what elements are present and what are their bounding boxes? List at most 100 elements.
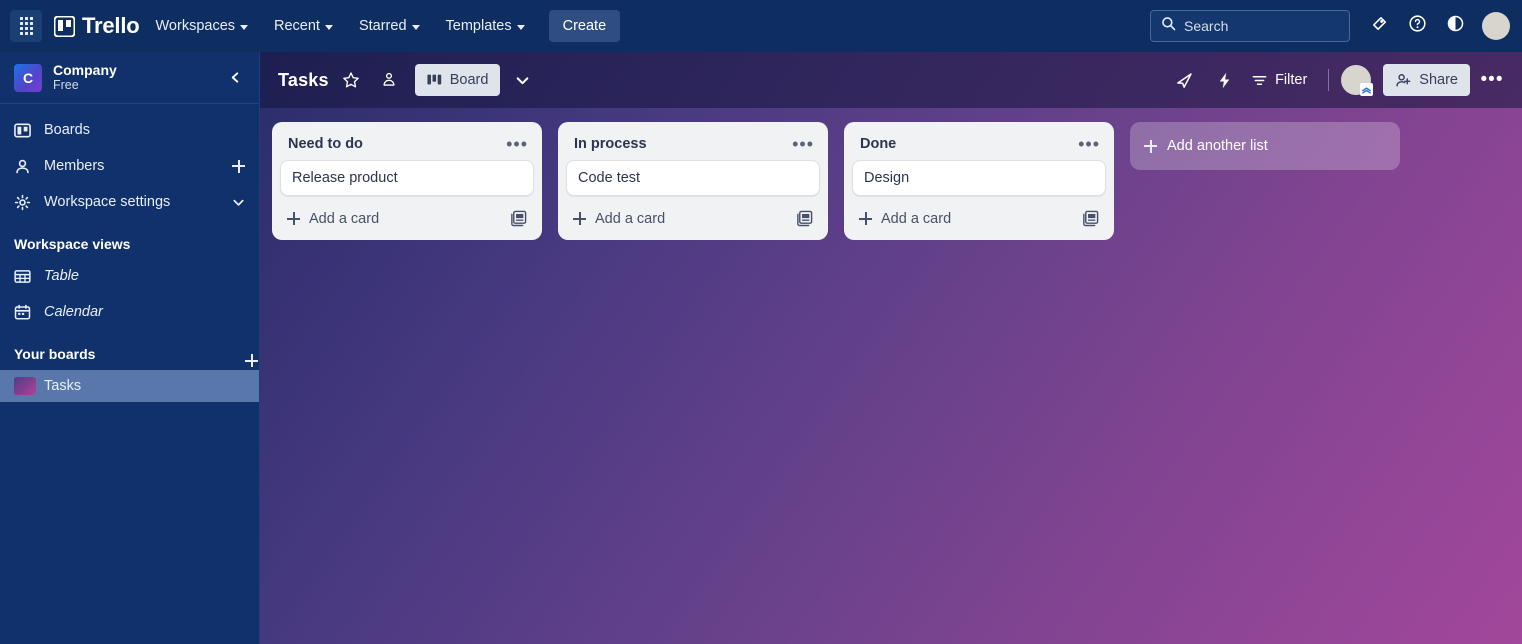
plus-icon: [232, 159, 245, 173]
sidebar-item-table[interactable]: Table: [0, 260, 259, 292]
create-button[interactable]: Create: [548, 10, 621, 42]
search-placeholder: Search: [1184, 18, 1229, 34]
board-visibility-button[interactable]: [373, 64, 405, 96]
add-card-label: Add a card: [881, 210, 952, 227]
list-title: In process: [574, 136, 647, 152]
list-header: In process •••: [566, 130, 820, 160]
star-icon: [342, 72, 359, 88]
workspace-avatar: C: [14, 63, 42, 92]
board-title: Tasks: [278, 69, 329, 90]
nav-recent-label: Recent: [274, 18, 320, 34]
list-menu-button[interactable]: •••: [792, 135, 814, 153]
sidebar-item-boards[interactable]: Boards: [0, 114, 259, 146]
plus-icon: [287, 212, 300, 225]
board-automation-button[interactable]: [1208, 64, 1240, 96]
board-header: Tasks Board Filter Share •••: [260, 52, 1522, 108]
add-card-button[interactable]: Add a card: [280, 202, 534, 234]
add-card-button[interactable]: Add a card: [566, 202, 820, 234]
add-card-button[interactable]: Add a card: [852, 202, 1106, 234]
sidebar-item-table-label: Table: [44, 268, 79, 284]
your-boards-section-title: Your boards: [0, 338, 259, 370]
share-person-icon: [1396, 73, 1411, 86]
header-divider: [1328, 69, 1330, 91]
sidebar-item-workspace-settings-label: Workspace settings: [44, 194, 171, 210]
nav-workspaces-label: Workspaces: [155, 18, 236, 34]
board-view-icon: [427, 74, 441, 85]
help-button[interactable]: [1400, 9, 1434, 43]
notifications-button[interactable]: [1362, 9, 1396, 43]
nav-templates-label: Templates: [445, 18, 512, 34]
expand-workspace-settings-button[interactable]: [232, 196, 245, 209]
theme-toggle-icon: [1446, 14, 1465, 38]
sidebar-item-workspace-settings[interactable]: Workspace settings: [0, 186, 259, 218]
sidebar-item-members[interactable]: Members: [0, 150, 259, 182]
nav-recent[interactable]: Recent: [264, 11, 343, 41]
list-header: Done •••: [852, 130, 1106, 160]
trello-wordmark: Trello: [82, 13, 140, 38]
workspace-plan: Free: [53, 78, 79, 93]
trello-logo[interactable]: Trello: [53, 13, 140, 39]
star-board-button[interactable]: [335, 64, 367, 96]
board-menu-button[interactable]: •••: [1476, 64, 1508, 96]
search-icon: [1161, 16, 1176, 36]
sidebar-item-boards-label: Boards: [44, 122, 90, 138]
list-done: Done ••• Design Add a card: [844, 122, 1114, 240]
gear-icon: [14, 194, 36, 211]
sidebar-item-tasks-board[interactable]: Tasks: [0, 370, 259, 402]
card-template-button[interactable]: [1082, 210, 1099, 227]
list-title: Done: [860, 136, 897, 152]
card-template-button[interactable]: [510, 210, 527, 227]
members-icon: [14, 158, 36, 175]
board-view-button[interactable]: Board: [414, 64, 501, 96]
search-input[interactable]: Search: [1150, 10, 1350, 42]
nav-starred[interactable]: Starred: [349, 11, 430, 41]
card[interactable]: Design: [852, 160, 1106, 196]
add-member-button[interactable]: [232, 159, 245, 173]
chevron-down-icon: [411, 24, 420, 30]
board-view-label: Board: [449, 72, 489, 88]
nav-templates[interactable]: Templates: [436, 11, 535, 41]
list-menu-button[interactable]: •••: [506, 135, 528, 153]
theme-toggle-button[interactable]: [1438, 9, 1472, 43]
card[interactable]: Code test: [566, 160, 820, 196]
calendar-icon: [14, 304, 36, 321]
sidebar-item-calendar-label: Calendar: [44, 304, 103, 320]
nav-workspaces[interactable]: Workspaces: [146, 11, 259, 41]
card[interactable]: Release product: [280, 160, 534, 196]
user-avatar[interactable]: [1482, 12, 1510, 40]
notification-bell-icon: [1370, 14, 1389, 38]
board-view-switcher-button[interactable]: [506, 64, 538, 96]
board-lists: Need to do ••• Release product Add a car…: [260, 108, 1522, 240]
board-area: Tasks Board Filter Share ••• Need to do …: [260, 52, 1522, 644]
chevron-down-icon: [324, 24, 333, 30]
plus-icon: [1144, 139, 1157, 153]
sidebar-item-calendar[interactable]: Calendar: [0, 296, 259, 328]
workspace-views-label: Workspace views: [14, 236, 131, 252]
chevron-down-icon: [516, 76, 529, 84]
sidebar-item-members-label: Members: [44, 158, 105, 174]
list-title: Need to do: [288, 136, 363, 152]
add-another-list-button[interactable]: Add another list: [1130, 122, 1400, 170]
table-icon: [14, 268, 36, 285]
rocket-icon: [1176, 72, 1192, 88]
list-menu-button[interactable]: •••: [1078, 135, 1100, 153]
filter-button[interactable]: Filter: [1242, 65, 1316, 96]
board-thumbnail: [14, 377, 36, 395]
your-boards-label: Your boards: [14, 346, 96, 362]
workspace-header[interactable]: C Company Free: [0, 52, 259, 104]
board-member-avatar[interactable]: [1341, 65, 1374, 96]
add-card-label: Add a card: [309, 210, 380, 227]
board-rocket-button[interactable]: [1168, 64, 1200, 96]
member-badge-icon: [1360, 83, 1374, 96]
app-switcher-button[interactable]: [10, 10, 42, 42]
nav-starred-label: Starred: [358, 18, 407, 34]
plus-icon: [859, 212, 872, 225]
card-template-icon: [511, 210, 527, 227]
workspace-meta: Company Free: [53, 62, 117, 92]
card-template-button[interactable]: [796, 210, 813, 227]
collapse-sidebar-button[interactable]: [221, 64, 249, 92]
share-button[interactable]: Share: [1383, 64, 1470, 96]
list-header: Need to do •••: [280, 130, 534, 160]
app-grid-icon: [19, 17, 33, 35]
share-label: Share: [1419, 72, 1458, 88]
